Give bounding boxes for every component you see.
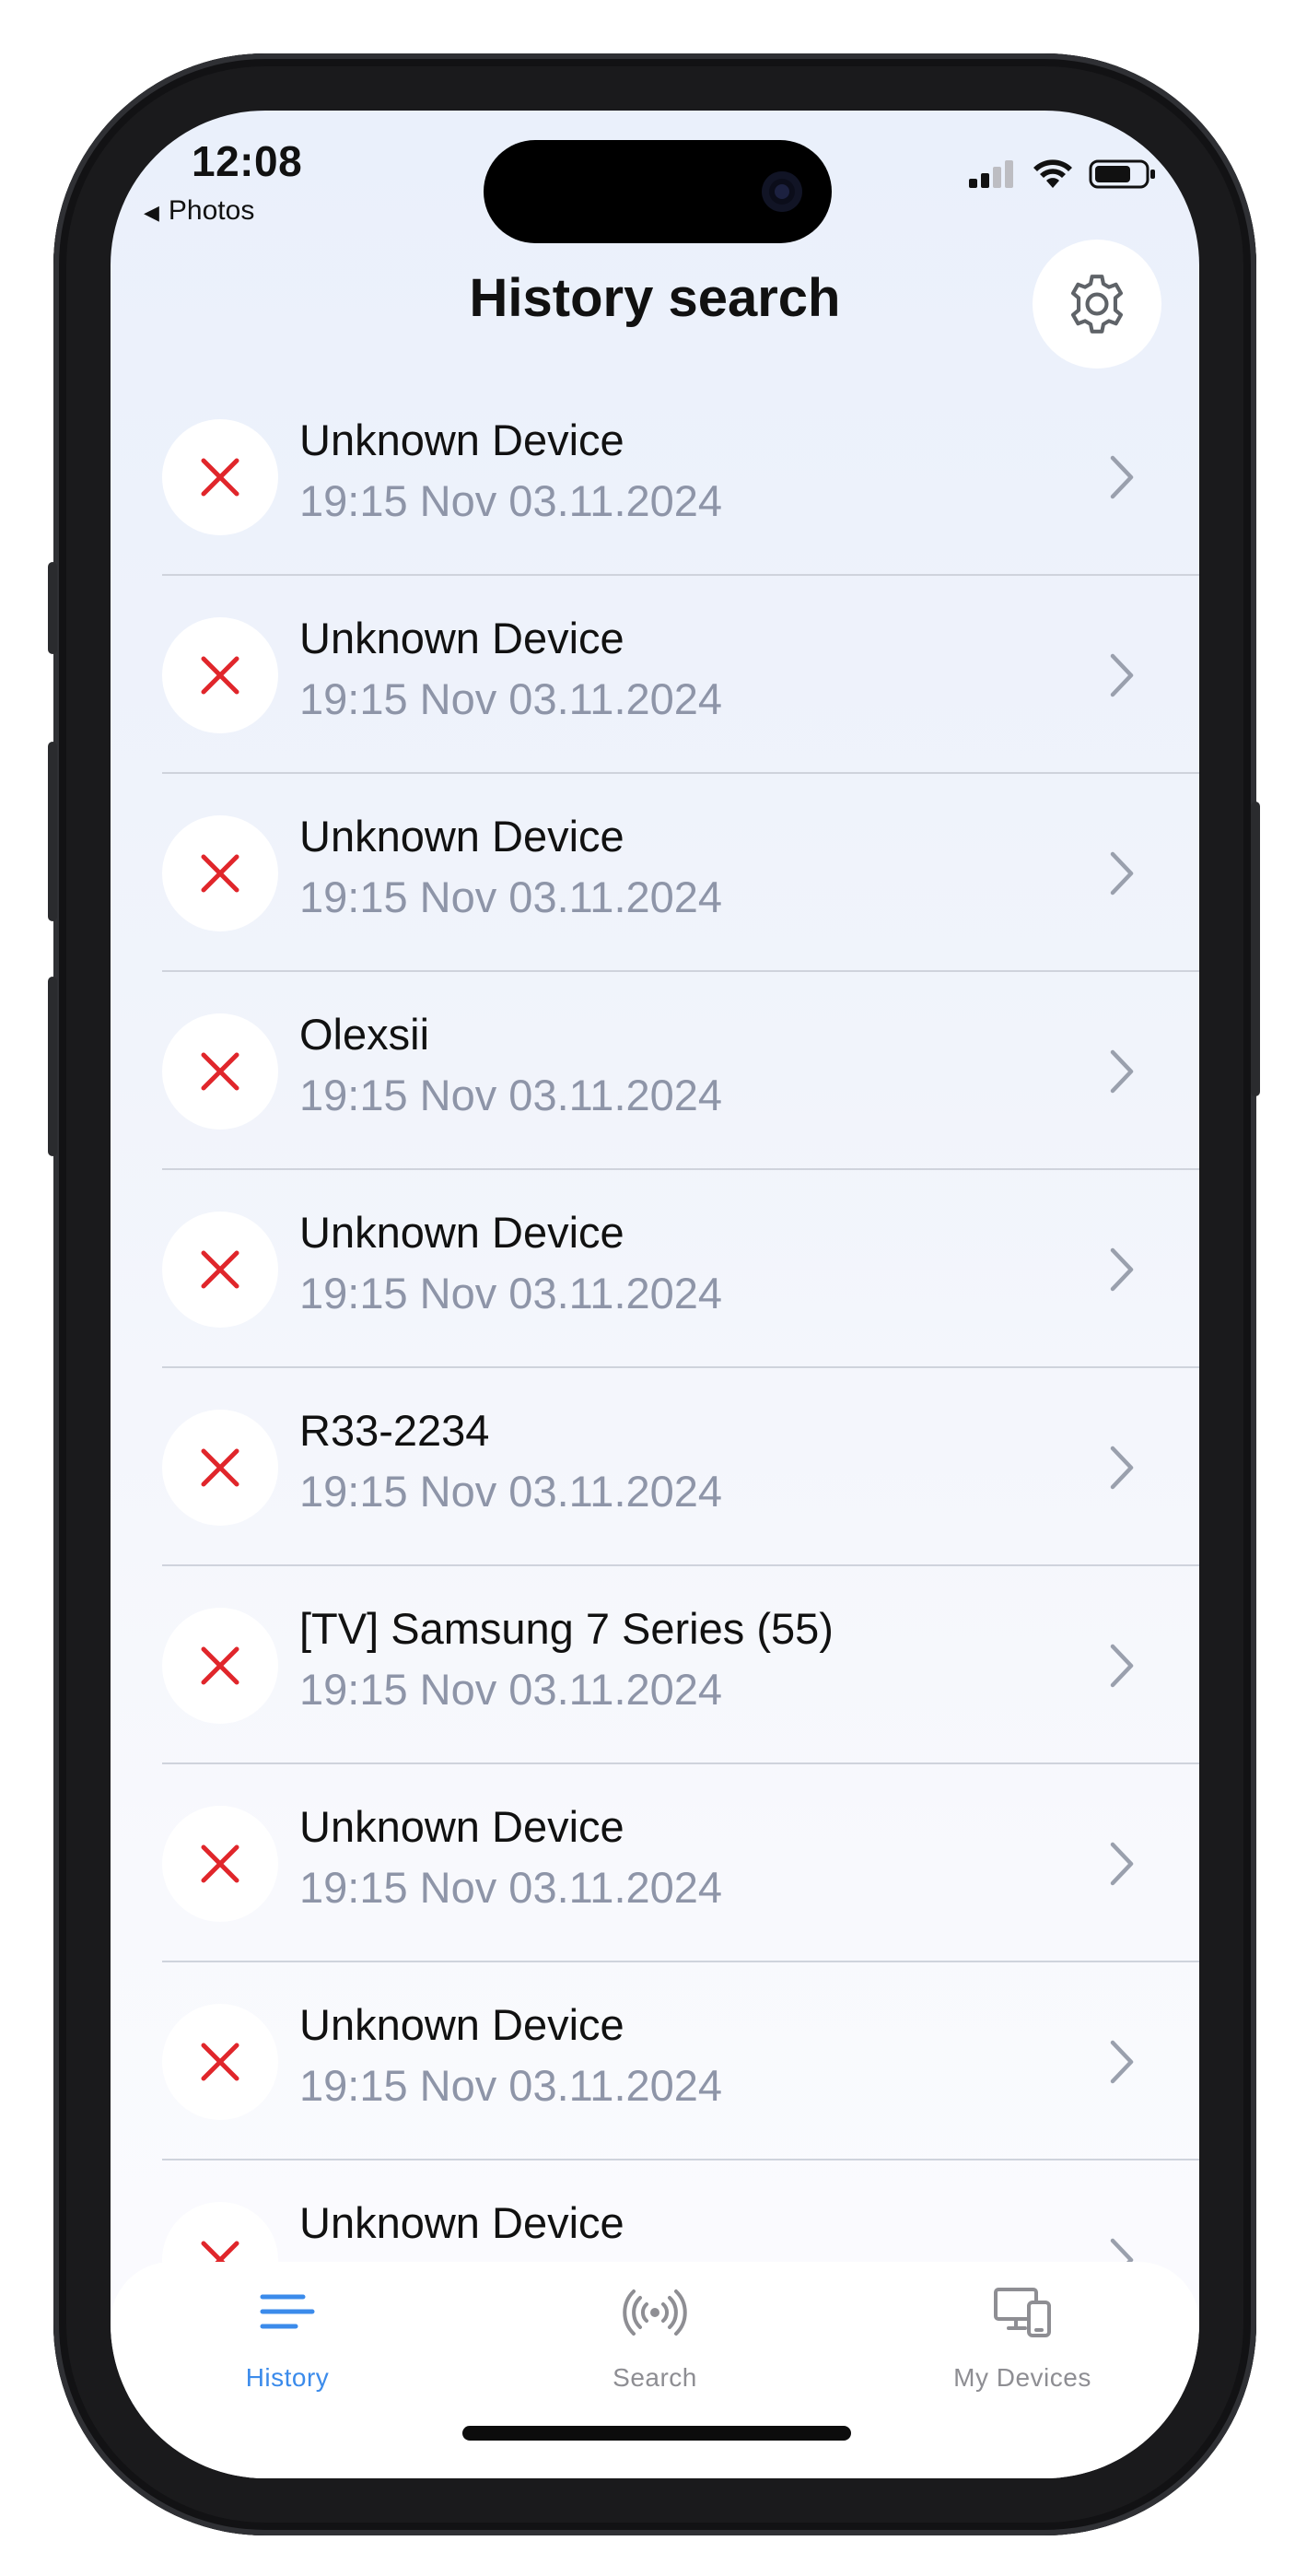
device-name: Unknown Device [299, 812, 624, 861]
settings-button[interactable] [1033, 240, 1161, 369]
tab-bar: History Search My Devices [111, 2262, 1199, 2478]
detected-date: 19:15 Nov 03.11.2024 [299, 1467, 723, 1516]
history-row[interactable]: Unknown Device 19:15 Nov 03.11.2024 [162, 576, 1199, 774]
device-name: Unknown Device [299, 1208, 624, 1257]
chevron-right-icon [1110, 1644, 1134, 1688]
remove-button[interactable] [162, 419, 278, 535]
tab-my-devices[interactable]: My Devices [884, 2262, 1161, 2418]
home-indicator [462, 2426, 851, 2441]
remove-button[interactable] [162, 2004, 278, 2120]
close-icon [201, 1844, 239, 1883]
device-name: Olexsii [299, 1010, 430, 1059]
remove-button[interactable] [162, 1013, 278, 1130]
devices-icon [994, 2288, 1051, 2337]
back-triangle-icon: ◀ [144, 201, 159, 224]
device-name: Unknown Device [299, 2000, 624, 2049]
close-icon [201, 656, 239, 695]
device-name: Unknown Device [299, 1802, 624, 1851]
close-icon [201, 1448, 239, 1487]
close-icon [201, 458, 239, 497]
tab-search-label: Search [613, 2363, 697, 2392]
remove-button[interactable] [162, 1608, 278, 1724]
history-list: Unknown Device 19:15 Nov 03.11.2024 Unknow… [162, 378, 1199, 2359]
detected-date: 19:15 Nov 03.11.2024 [299, 872, 723, 921]
history-row[interactable]: Unknown Device 19:15 Nov 03.11.2024 [162, 378, 1199, 576]
broadcast-icon [623, 2289, 687, 2336]
remove-button[interactable] [162, 1212, 278, 1328]
tab-history[interactable]: History [149, 2262, 426, 2418]
remove-button[interactable] [162, 1806, 278, 1922]
status-time: 12:08 [192, 137, 303, 185]
gear-icon [1070, 275, 1124, 334]
tab-search[interactable]: Search [517, 2262, 793, 2418]
history-row[interactable]: Unknown Device 19:15 Nov 03.11.2024 [162, 1764, 1199, 1962]
detected-date: 19:15 Nov 03.11.2024 [299, 674, 723, 723]
power-button [1251, 802, 1260, 1096]
history-row[interactable]: Unknown Device 19:15 Nov 03.11.2024 [162, 774, 1199, 972]
close-icon [201, 854, 239, 893]
chevron-right-icon [1110, 1049, 1134, 1094]
remove-button[interactable] [162, 617, 278, 733]
volume-down-button [48, 977, 57, 1156]
camera-icon [762, 171, 802, 212]
back-to-app-label: Photos [168, 195, 255, 226]
cellular-signal-icon [969, 160, 1013, 188]
detected-date: 19:15 Nov 03.11.2024 [299, 2061, 723, 2110]
remove-button[interactable] [162, 1410, 278, 1526]
chevron-right-icon [1110, 851, 1134, 896]
action-button [48, 562, 57, 654]
history-row[interactable]: Olexsii 19:15 Nov 03.11.2024 [162, 972, 1199, 1170]
battery-icon [1089, 159, 1155, 189]
close-icon [201, 2043, 239, 2081]
history-row[interactable]: Unknown Device 19:15 Nov 03.11.2024 [162, 1170, 1199, 1368]
chevron-right-icon [1110, 1247, 1134, 1292]
chevron-right-icon [1110, 2040, 1134, 2084]
close-icon [201, 1250, 239, 1289]
chevron-right-icon [1110, 653, 1134, 697]
detected-date: 19:15 Nov 03.11.2024 [299, 1269, 723, 1317]
status-icons [969, 158, 1157, 190]
history-row[interactable]: Unknown Device 19:15 Nov 03.11.2024 [162, 1962, 1199, 2160]
chevron-right-icon [1110, 1842, 1134, 1886]
tab-history-label: History [245, 2363, 330, 2392]
chevron-right-icon [1110, 455, 1134, 499]
back-to-app-link[interactable]: ◀ Photos [144, 195, 254, 227]
detected-date: 19:15 Nov 03.11.2024 [299, 1665, 723, 1714]
device-name: Unknown Device [299, 614, 624, 662]
close-icon [201, 1646, 239, 1685]
remove-button[interactable] [162, 815, 278, 931]
device-name: [TV] Samsung 7 Series (55) [299, 1604, 834, 1653]
device-name: Unknown Device [299, 416, 624, 464]
dynamic-island [484, 140, 832, 243]
screen: 12:08 ◀ Photos History search Unknown Dev… [111, 111, 1199, 2478]
detected-date: 19:15 Nov 03.11.2024 [299, 1863, 723, 1912]
detected-date: 19:15 Nov 03.11.2024 [299, 476, 723, 525]
wifi-icon [1033, 159, 1072, 188]
history-row[interactable]: [TV] Samsung 7 Series (55) 19:15 Nov 03.1… [162, 1566, 1199, 1764]
tab-my-devices-label: My Devices [953, 2363, 1091, 2392]
list-lines-icon [260, 2294, 315, 2329]
detected-date: 19:15 Nov 03.11.2024 [299, 1071, 723, 1119]
device-name: R33-2234 [299, 1406, 490, 1455]
close-icon [201, 1052, 239, 1091]
history-row[interactable]: R33-2234 19:15 Nov 03.11.2024 [162, 1368, 1199, 1566]
device-name: Unknown Device [299, 2198, 624, 2247]
chevron-right-icon [1110, 1446, 1134, 1490]
volume-up-button [48, 742, 57, 921]
